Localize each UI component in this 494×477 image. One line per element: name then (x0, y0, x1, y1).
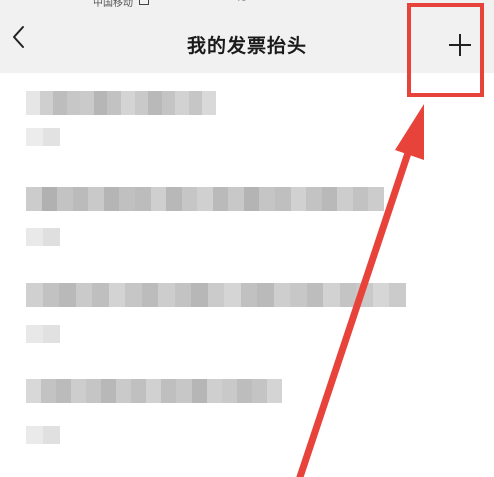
invoice-header-title-blurred (26, 379, 282, 403)
invoice-header-subtitle-blurred (26, 325, 60, 343)
plus-icon (449, 34, 471, 56)
invoice-header-title-blurred (26, 187, 384, 211)
invoice-header-item[interactable] (0, 283, 494, 379)
nav-bar: 我的发票抬头 (0, 10, 494, 73)
invoice-header-item[interactable] (0, 379, 494, 475)
add-invoice-header-button[interactable] (432, 28, 488, 62)
signal-label: 46 (235, 0, 246, 4)
invoice-header-subtitle-blurred (26, 426, 60, 444)
carrier-label: 中国移动 (93, 0, 133, 9)
status-bar: 中国移动 46 (0, 0, 494, 10)
invoice-header-item[interactable] (0, 187, 494, 283)
sim-icon (139, 0, 149, 5)
page-title: 我的发票抬头 (186, 35, 307, 57)
invoice-header-title-blurred (26, 283, 406, 307)
invoice-header-item[interactable] (0, 91, 494, 187)
invoice-header-title-blurred (26, 91, 216, 115)
invoice-header-subtitle-blurred (26, 228, 60, 246)
invoice-header-subtitle-blurred (26, 128, 60, 146)
